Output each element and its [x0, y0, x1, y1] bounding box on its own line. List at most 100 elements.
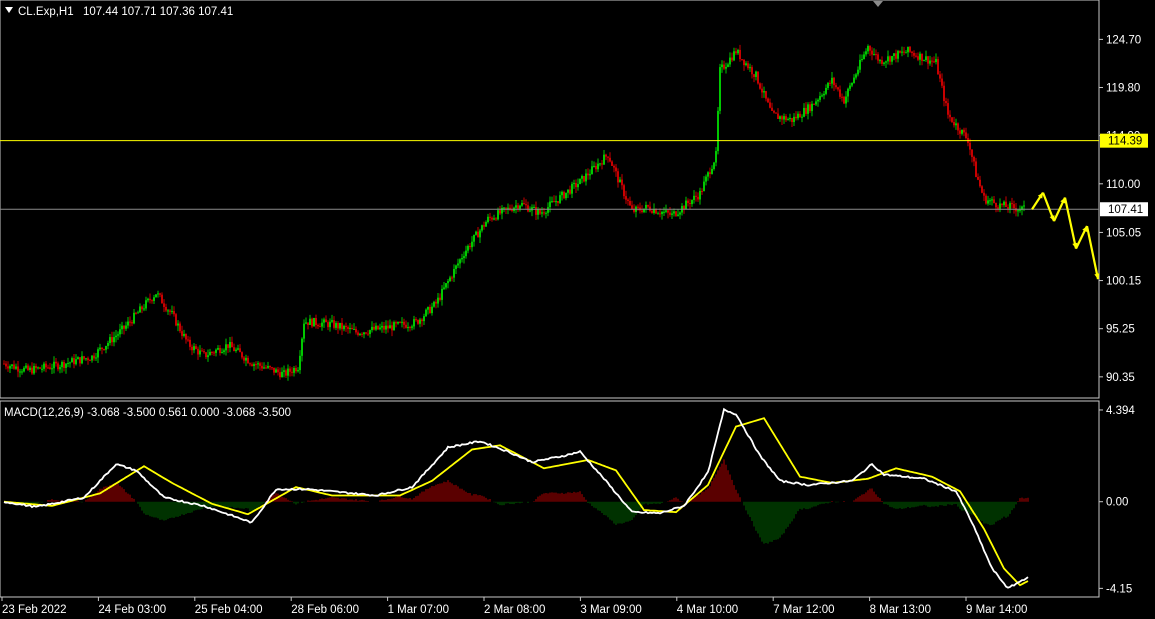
candle-body [679, 212, 681, 215]
candle-body [337, 322, 339, 329]
candle-body [795, 116, 797, 119]
candle-body [915, 55, 917, 57]
candle-body [663, 211, 665, 213]
candle-body [951, 117, 953, 122]
candle-body [831, 77, 833, 84]
candle-body [539, 209, 541, 214]
candle-body [711, 168, 713, 174]
candle-body [369, 330, 371, 335]
candle-body [507, 207, 509, 209]
candle-body [61, 361, 63, 368]
candle-body [729, 57, 731, 65]
candle-body [357, 332, 359, 335]
candle-body [909, 46, 911, 52]
candle-body [595, 165, 597, 170]
candle-body [605, 154, 607, 157]
candle-body [259, 363, 261, 366]
candle-body [719, 67, 721, 111]
candle-body [927, 56, 929, 64]
candle-body [347, 327, 349, 329]
candle-body [419, 319, 421, 324]
candle-body [317, 325, 319, 327]
candle-body [925, 56, 927, 61]
candle-body [119, 329, 121, 335]
candle-body [95, 357, 97, 359]
candle-body [843, 96, 845, 104]
chart-shift-marker-icon[interactable] [873, 1, 883, 7]
candle-body [879, 60, 881, 62]
candle-body [171, 311, 173, 313]
candle-body [977, 176, 979, 180]
candle-body [685, 200, 687, 210]
price-tick-label: 95.25 [1106, 324, 1135, 336]
candle-body [377, 325, 379, 330]
candle-body [37, 367, 39, 369]
candle-body [657, 213, 659, 215]
candle-body [397, 321, 399, 324]
candle-body [533, 206, 535, 208]
candle-body [819, 96, 821, 100]
candle-body [81, 356, 83, 364]
candle-body [689, 203, 691, 205]
candle-body [269, 366, 271, 368]
candle-body [839, 89, 841, 97]
candle-body [707, 172, 709, 177]
candle-body [881, 60, 883, 64]
candle-body [631, 205, 633, 209]
candle-body [545, 212, 547, 214]
candle-body [275, 369, 277, 373]
candle-body [1023, 205, 1025, 207]
candle-body [199, 350, 201, 355]
candle-body [423, 316, 425, 322]
candle-body [1001, 203, 1003, 206]
candle-body [607, 156, 609, 158]
candle-body [427, 306, 429, 310]
candle-body [39, 367, 41, 369]
candle-body [75, 359, 77, 365]
candle-body [1013, 204, 1015, 209]
candle-body [827, 82, 829, 88]
candle-body [755, 71, 757, 77]
candle-body [699, 190, 701, 200]
candle-body [1003, 201, 1005, 206]
candle-body [363, 332, 365, 335]
time-tick-label: 7 Mar 12:00 [773, 604, 834, 616]
collapse-arrow-icon[interactable] [5, 7, 13, 13]
candle-body [265, 367, 267, 369]
candle-body [299, 355, 301, 371]
candle-body [867, 46, 869, 52]
candle-body [151, 300, 153, 302]
candle-body [987, 200, 989, 204]
candle-body [183, 333, 185, 336]
candle-body [407, 327, 409, 329]
candle-body [99, 347, 101, 350]
candle-body [167, 310, 169, 312]
candle-body [325, 319, 327, 323]
candle-body [277, 369, 279, 373]
candle-body [921, 53, 923, 61]
candle-body [161, 294, 163, 304]
candle-body [577, 184, 579, 188]
candle-body [603, 154, 605, 165]
candle-body [459, 259, 461, 264]
candle-body [387, 325, 389, 329]
candle-body [797, 113, 799, 119]
forecast-arrows [1031, 192, 1100, 280]
candle-body [981, 186, 983, 193]
candle-body [195, 346, 197, 349]
candle-body [175, 314, 177, 326]
candle-body [53, 361, 55, 369]
candle-body [123, 325, 125, 329]
candle-body [825, 87, 827, 94]
candle-body [477, 231, 479, 238]
candle-body [85, 358, 87, 360]
candle-body [855, 74, 857, 78]
time-tick-label: 25 Feb 04:00 [195, 604, 263, 616]
candle-body [931, 60, 933, 62]
candle-body [129, 321, 131, 323]
ohlc-label: 107.44 107.71 107.36 107.41 [83, 6, 233, 18]
time-tick-label: 28 Feb 06:00 [291, 604, 359, 616]
candle-body [203, 351, 205, 353]
candle-body [349, 327, 351, 329]
candle-body [417, 319, 419, 324]
